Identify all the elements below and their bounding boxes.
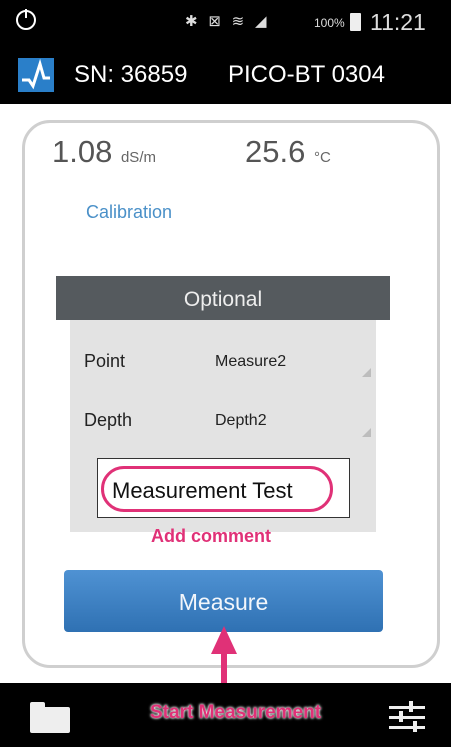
ec-unit: dS/m <box>120 149 156 166</box>
temperature-reading: 25.6 °C <box>245 134 331 170</box>
device-name: PICO-BT 0304 <box>228 61 385 88</box>
depth-label: Depth <box>84 410 133 430</box>
calibration-link[interactable]: Calibration <box>86 202 172 223</box>
battery-icon <box>350 13 361 31</box>
app-bar: SN: 36859 PICO-BT 0304 <box>0 46 451 104</box>
measure-button[interactable]: Measure <box>64 570 383 632</box>
power-icon <box>16 9 36 30</box>
pulse-logo-icon[interactable] <box>18 58 54 92</box>
depth-select[interactable]: Depth2 <box>215 412 267 430</box>
point-label: Point <box>84 351 126 371</box>
folder-icon[interactable] <box>30 702 70 733</box>
point-select[interactable]: Measure2 <box>215 353 286 371</box>
battery-percent: 100% <box>314 16 345 30</box>
start-measurement-annotation: Start Measurement <box>150 702 322 723</box>
clock: 11:21 <box>370 9 426 35</box>
temperature-value: 25.6 <box>245 134 306 169</box>
comment-value[interactable]: Measurement Test <box>112 478 293 504</box>
optional-section-header: Optional <box>56 276 390 320</box>
status-bar: ✱ ⊠ ≋ ◢ 100% 11:21 <box>0 0 451 46</box>
settings-sliders-icon[interactable] <box>389 700 425 734</box>
depth-dropdown-indicator <box>362 428 371 437</box>
status-icons: ✱ ⊠ ≋ ◢ <box>185 12 270 30</box>
ec-reading: 1.08 dS/m <box>52 134 156 170</box>
serial-number: SN: 36859 <box>74 61 188 88</box>
ec-value: 1.08 <box>52 134 113 169</box>
point-dropdown-indicator <box>362 368 371 377</box>
temperature-unit: °C <box>313 149 331 166</box>
add-comment-annotation: Add comment <box>151 526 272 546</box>
